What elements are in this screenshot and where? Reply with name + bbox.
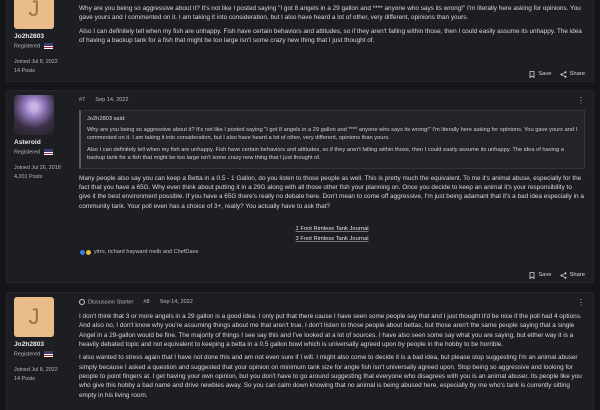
- save-button[interactable]: Save: [529, 70, 552, 78]
- quote-paragraph: Why are you being so aggressive about it…: [87, 126, 578, 142]
- avatar[interactable]: [14, 95, 54, 135]
- more-options-icon[interactable]: ⋮: [577, 299, 585, 307]
- post-1: J Jo2h2803 Registered Joined Jul 8, 2022…: [6, 0, 594, 82]
- author-joined: Joined Jul 26, 2018: [14, 165, 61, 172]
- love-icon: [85, 249, 92, 257]
- share-icon: [560, 271, 567, 279]
- signature: 1 Foot Rimless Tank Journal 3 Foot Rimle…: [79, 225, 585, 245]
- post-number[interactable]: #8: [143, 299, 149, 307]
- discussion-starter-label: Discussion Starter: [88, 299, 134, 306]
- author-joined: Joined Jul 8, 2022: [14, 367, 58, 374]
- save-button[interactable]: Save: [529, 271, 552, 279]
- post-7: Asteroid Registered Joined Jul 26, 2018 …: [6, 90, 594, 283]
- signature-link[interactable]: 3 Foot Rimless Tank Journal: [295, 236, 368, 242]
- post-author: J Jo2h2803 Registered Joined Jul 8, 2022…: [7, 0, 73, 81]
- author-joined: Joined Jul 8, 2022: [14, 59, 58, 66]
- post-paragraph: Why are you being so aggressive about it…: [79, 5, 581, 22]
- post-content: #7 Sep 14, 2022 ⋮ Jo2h2803 said: Why are…: [73, 91, 593, 282]
- author-role-label: Registered: [14, 43, 41, 50]
- post-header: Discussion Starter #8 Sep 14, 2022 ⋮: [79, 297, 585, 309]
- author-post-count: 14 Posts: [14, 67, 35, 74]
- post-header: #7 Sep 14, 2022 ⋮: [79, 95, 585, 107]
- quote-block: Jo2h2803 said: Why are you being so aggr…: [79, 110, 585, 169]
- us-flag-icon: [44, 43, 54, 50]
- post-paragraph: I don't think that 3 or more angels in a…: [79, 313, 582, 349]
- author-meta: Joined Jul 8, 2022 14 Posts: [14, 366, 73, 382]
- post-paragraph: Many people also say you can keep a Bett…: [79, 174, 584, 210]
- discussion-starter-badge: Discussion Starter: [79, 298, 134, 307]
- save-label: Save: [538, 272, 552, 278]
- share-button[interactable]: Share: [560, 70, 585, 78]
- share-button[interactable]: Share: [560, 271, 585, 279]
- post-actions: Save Share: [529, 271, 585, 279]
- save-label: Save: [538, 71, 552, 77]
- post-author: J Jo2h2803 Registered Joined Jul 8, 2022…: [7, 293, 73, 410]
- author-post-count: 14 Posts: [14, 375, 35, 382]
- author-role: Registered: [14, 351, 73, 359]
- post-content: Why are you being so aggressive about it…: [73, 0, 593, 81]
- author-role: Registered: [14, 43, 73, 51]
- us-flag-icon: [44, 351, 54, 358]
- person-icon: [79, 298, 85, 305]
- author-meta: Joined Jul 26, 2018 4,201 Posts: [14, 164, 73, 180]
- post-body: I don't think that 3 or more angels in a…: [79, 312, 585, 400]
- us-flag-icon: [44, 149, 54, 156]
- bookmark-icon: [529, 70, 535, 78]
- post-body: Why are you being so aggressive about it…: [79, 4, 585, 45]
- author-name[interactable]: Asteroid: [14, 138, 73, 147]
- post-content: Discussion Starter #8 Sep 14, 2022 ⋮ I d…: [73, 293, 593, 410]
- post-paragraph: I also wanted to stress again that I hav…: [79, 354, 582, 399]
- signature-link[interactable]: 1 Foot Rimless Tank Journal: [295, 226, 368, 232]
- author-name[interactable]: Jo2h2803: [14, 32, 73, 41]
- post-author: Asteroid Registered Joined Jul 26, 2018 …: [7, 91, 73, 282]
- more-options-icon[interactable]: ⋮: [577, 97, 585, 105]
- avatar[interactable]: J: [14, 297, 54, 337]
- author-role-label: Registered: [14, 149, 41, 156]
- reactions-bar[interactable]: yitro, richard hayward melb and ChefDave: [79, 249, 585, 257]
- author-role: Registered: [14, 149, 73, 157]
- reaction-icons: [79, 249, 92, 257]
- reactions-users[interactable]: yitro, richard hayward melb and ChefDave: [94, 249, 198, 257]
- avatar[interactable]: J: [14, 0, 54, 29]
- author-post-count: 4,201 Posts: [14, 173, 43, 180]
- bookmark-icon: [529, 271, 535, 279]
- post-date[interactable]: Sep 14, 2022: [95, 97, 128, 105]
- post-body: Many people also say you can keep a Bett…: [79, 174, 585, 211]
- author-meta: Joined Jul 8, 2022 14 Posts: [14, 58, 73, 74]
- author-role-label: Registered: [14, 351, 41, 358]
- share-label: Share: [569, 272, 585, 278]
- quote-author[interactable]: Jo2h2803 said:: [87, 115, 578, 124]
- post-actions: Save Share: [529, 70, 585, 78]
- post-8: J Jo2h2803 Registered Joined Jul 8, 2022…: [6, 292, 594, 410]
- share-label: Share: [569, 71, 585, 77]
- post-paragraph: Also I can definitely tell when my fish …: [79, 27, 582, 45]
- share-icon: [560, 70, 567, 78]
- author-name[interactable]: Jo2h2803: [14, 340, 73, 349]
- post-date[interactable]: Sep 14, 2022: [160, 299, 193, 307]
- quote-paragraph: Also I can definitely tell when my fish …: [87, 146, 564, 162]
- post-number[interactable]: #7: [79, 97, 85, 105]
